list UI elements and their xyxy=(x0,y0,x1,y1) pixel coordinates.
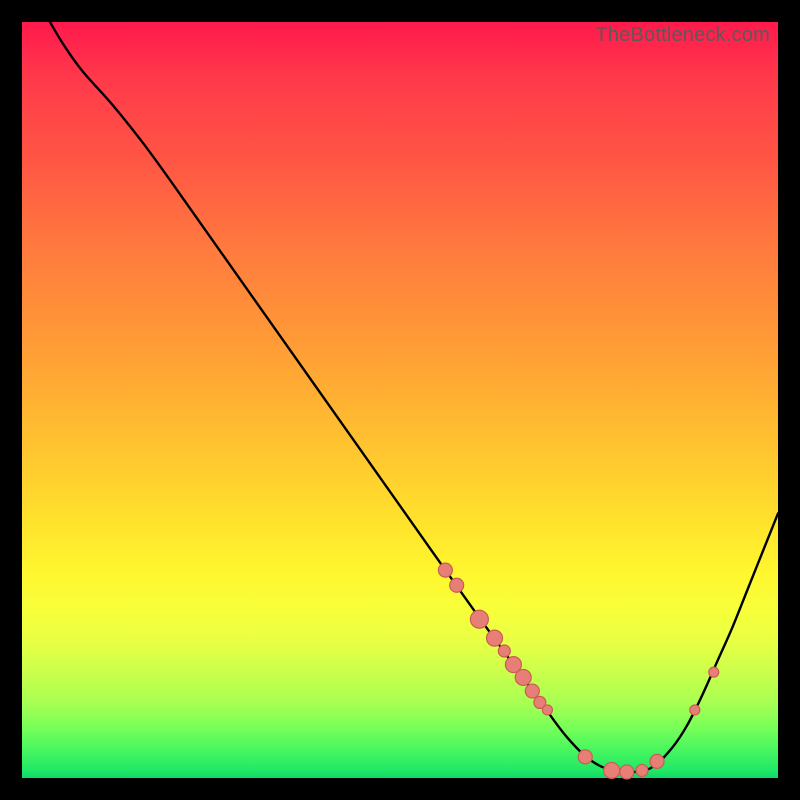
data-marker xyxy=(636,764,648,776)
data-marker xyxy=(498,645,510,657)
bottleneck-curve xyxy=(50,22,778,772)
data-marker xyxy=(525,684,539,698)
plot-area: TheBottleneck.com xyxy=(22,22,778,778)
data-marker xyxy=(604,762,620,778)
data-marker xyxy=(542,705,552,715)
markers-group xyxy=(438,563,718,779)
data-marker xyxy=(578,750,592,764)
data-marker xyxy=(515,669,531,685)
data-marker xyxy=(470,610,488,628)
data-marker xyxy=(690,705,700,715)
data-marker xyxy=(620,765,634,779)
data-marker xyxy=(487,630,503,646)
chart-svg xyxy=(22,22,778,778)
data-marker xyxy=(450,578,464,592)
data-marker xyxy=(709,667,719,677)
data-marker xyxy=(650,754,664,768)
data-marker xyxy=(438,563,452,577)
chart-frame: TheBottleneck.com xyxy=(0,0,800,800)
